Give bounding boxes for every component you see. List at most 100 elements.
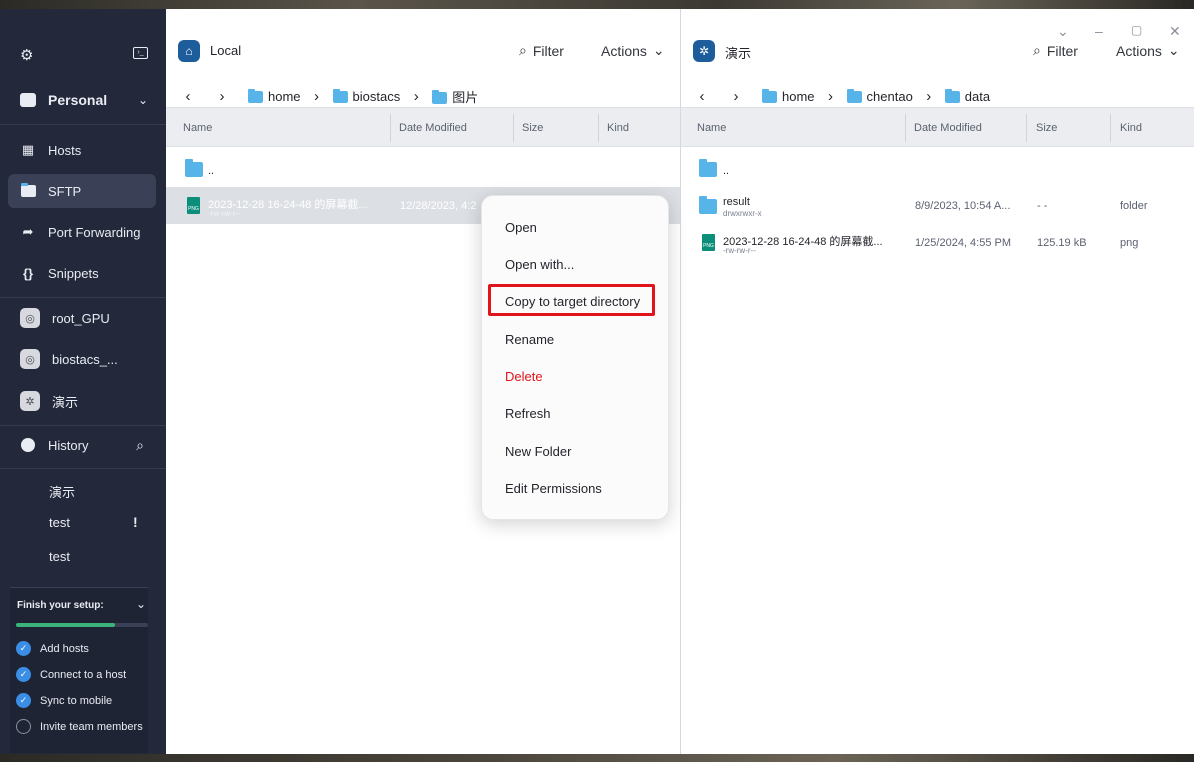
menu-item-refresh[interactable]: Refresh: [505, 406, 551, 421]
vault-selector[interactable]: Personal ⌄: [8, 83, 156, 117]
table-row-parent[interactable]: ..: [166, 150, 680, 187]
folder-icon: [699, 159, 717, 177]
host-label: biostacs_...: [52, 351, 118, 367]
column-divider[interactable]: [1026, 114, 1027, 142]
menu-item-open[interactable]: Open: [505, 220, 537, 235]
forward-icon[interactable]: ›: [726, 88, 746, 105]
crumb-chentao[interactable]: chentao: [846, 89, 913, 104]
check-icon: ✓: [16, 693, 31, 708]
chevron-down-icon: ⌄: [652, 42, 665, 58]
column-divider[interactable]: [905, 114, 906, 142]
actions-button[interactable]: Actions ⌄: [601, 42, 665, 59]
column-date[interactable]: Date Modified: [399, 122, 467, 134]
row-kind: png: [1120, 237, 1139, 249]
row-permissions: drwxrwxr-x: [723, 209, 762, 218]
column-name[interactable]: Name: [697, 122, 726, 134]
sidebar-item-hosts[interactable]: ▦ Hosts: [8, 133, 156, 167]
setup-title: Finish your setup:: [17, 600, 104, 611]
crumb-label: 图片: [452, 89, 479, 105]
sidebar-host-biostacs[interactable]: ◎ biostacs_...: [8, 342, 156, 376]
sidebar-item-snippets[interactable]: {} Snippets: [8, 256, 156, 290]
column-divider[interactable]: [513, 114, 514, 142]
column-size[interactable]: Size: [522, 122, 543, 134]
setup-item[interactable]: ✓ Sync to mobile: [16, 693, 112, 708]
row-date: 8/9/2023, 10:54 A...: [915, 200, 1011, 212]
column-divider[interactable]: [1110, 114, 1111, 142]
folder-icon: [762, 89, 777, 104]
column-divider[interactable]: [390, 114, 391, 142]
crumb-home[interactable]: home: [762, 89, 815, 104]
crumb-home[interactable]: home: [248, 89, 301, 104]
breadcrumb: ‹ › home › chentao › data: [681, 83, 1194, 109]
host-label: 演示: [52, 394, 79, 410]
table-row[interactable]: PNG 2023-12-28 16-24-48 的屏幕截... -rw-rw-r…: [681, 224, 1194, 261]
crumb-data[interactable]: data: [944, 88, 991, 104]
setup-item[interactable]: Invite team members: [16, 719, 143, 734]
menu-item-open-with[interactable]: Open with...: [505, 257, 574, 272]
history-header[interactable]: History ⌕: [8, 428, 156, 462]
sidebar-host-root-gpu[interactable]: ◎ root_GPU: [8, 301, 156, 335]
close-icon[interactable]: ✕: [1169, 23, 1181, 40]
menu-item-edit-permissions[interactable]: Edit Permissions: [505, 481, 602, 496]
breadcrumb: ‹ › home › biostacs › 图片: [166, 83, 680, 109]
forward-icon[interactable]: ›: [212, 88, 232, 105]
crumb-label: data: [964, 88, 991, 104]
setup-item[interactable]: ✓ Connect to a host: [16, 667, 126, 682]
minimize-icon[interactable]: –: [1095, 23, 1103, 39]
column-header: Name Date Modified Size Kind: [166, 107, 680, 147]
crumb-label: home: [268, 88, 301, 104]
menu-item-rename[interactable]: Rename: [505, 332, 554, 347]
chevron-down-icon[interactable]: ⌄: [136, 597, 146, 611]
chevron-down-icon: ⌄: [1167, 42, 1180, 58]
history-item[interactable]: test: [49, 515, 70, 530]
check-icon: ✓: [16, 667, 31, 682]
search-icon: ⌕: [1033, 42, 1041, 58]
actions-button[interactable]: Actions ⌄: [1116, 42, 1180, 59]
row-permissions: -rw-rw-r--: [723, 246, 756, 255]
folder-icon: [944, 89, 960, 104]
setup-item[interactable]: ✓ Add hosts: [16, 641, 89, 656]
folder-icon: [699, 196, 717, 214]
back-icon[interactable]: ‹: [178, 88, 198, 105]
sidebar-item-sftp[interactable]: SFTP: [8, 174, 156, 208]
sidebar-item-label: Snippets: [48, 265, 99, 281]
server-icon: ✲: [693, 40, 715, 62]
row-name: ..: [208, 165, 215, 177]
history-item[interactable]: 演示: [49, 482, 75, 501]
crumb-label: biostacs: [352, 88, 401, 104]
home-icon: ⌂: [178, 40, 200, 62]
menu-item-delete[interactable]: Delete: [505, 369, 543, 384]
column-date[interactable]: Date Modified: [914, 122, 982, 134]
chevron-down-icon[interactable]: ⌄: [1057, 23, 1069, 40]
column-size[interactable]: Size: [1036, 122, 1057, 134]
crumb-biostacs[interactable]: biostacs: [332, 88, 401, 104]
table-row[interactable]: result drwxrwxr-x 8/9/2023, 10:54 A... -…: [681, 187, 1194, 224]
column-divider[interactable]: [598, 114, 599, 142]
menu-item-new-folder[interactable]: New Folder: [505, 444, 571, 459]
setup-progress-fill: [16, 623, 115, 627]
filter-button[interactable]: ⌕ Filter: [1033, 42, 1078, 59]
divider: [0, 425, 166, 426]
column-kind[interactable]: Kind: [607, 122, 629, 134]
row-name: result: [723, 196, 750, 208]
search-icon[interactable]: ⌕: [136, 437, 144, 454]
back-icon[interactable]: ‹: [692, 88, 712, 105]
divider: [0, 468, 166, 469]
history-item[interactable]: test: [49, 549, 70, 564]
search-icon: ⌕: [519, 42, 527, 58]
filter-label: Filter: [532, 42, 564, 59]
filter-label: Filter: [1046, 42, 1078, 59]
settings-icon[interactable]: ⚙: [20, 46, 33, 64]
setup-item-label: Connect to a host: [40, 668, 127, 681]
column-header: Name Date Modified Size Kind: [681, 107, 1194, 147]
crumb-pictures[interactable]: 图片: [432, 87, 478, 106]
table-row-parent[interactable]: ..: [681, 150, 1194, 187]
column-name[interactable]: Name: [183, 122, 212, 134]
sidebar-host-demo[interactable]: ✲ 演示: [8, 384, 156, 418]
filter-button[interactable]: ⌕ Filter: [519, 42, 564, 59]
maximize-icon[interactable]: ▢: [1131, 23, 1142, 37]
sidebar-item-port-forwarding[interactable]: ➦ Port Forwarding: [8, 215, 156, 249]
terminal-icon[interactable]: ›_: [133, 47, 148, 59]
column-kind[interactable]: Kind: [1120, 122, 1142, 134]
folder-icon: [846, 89, 862, 104]
